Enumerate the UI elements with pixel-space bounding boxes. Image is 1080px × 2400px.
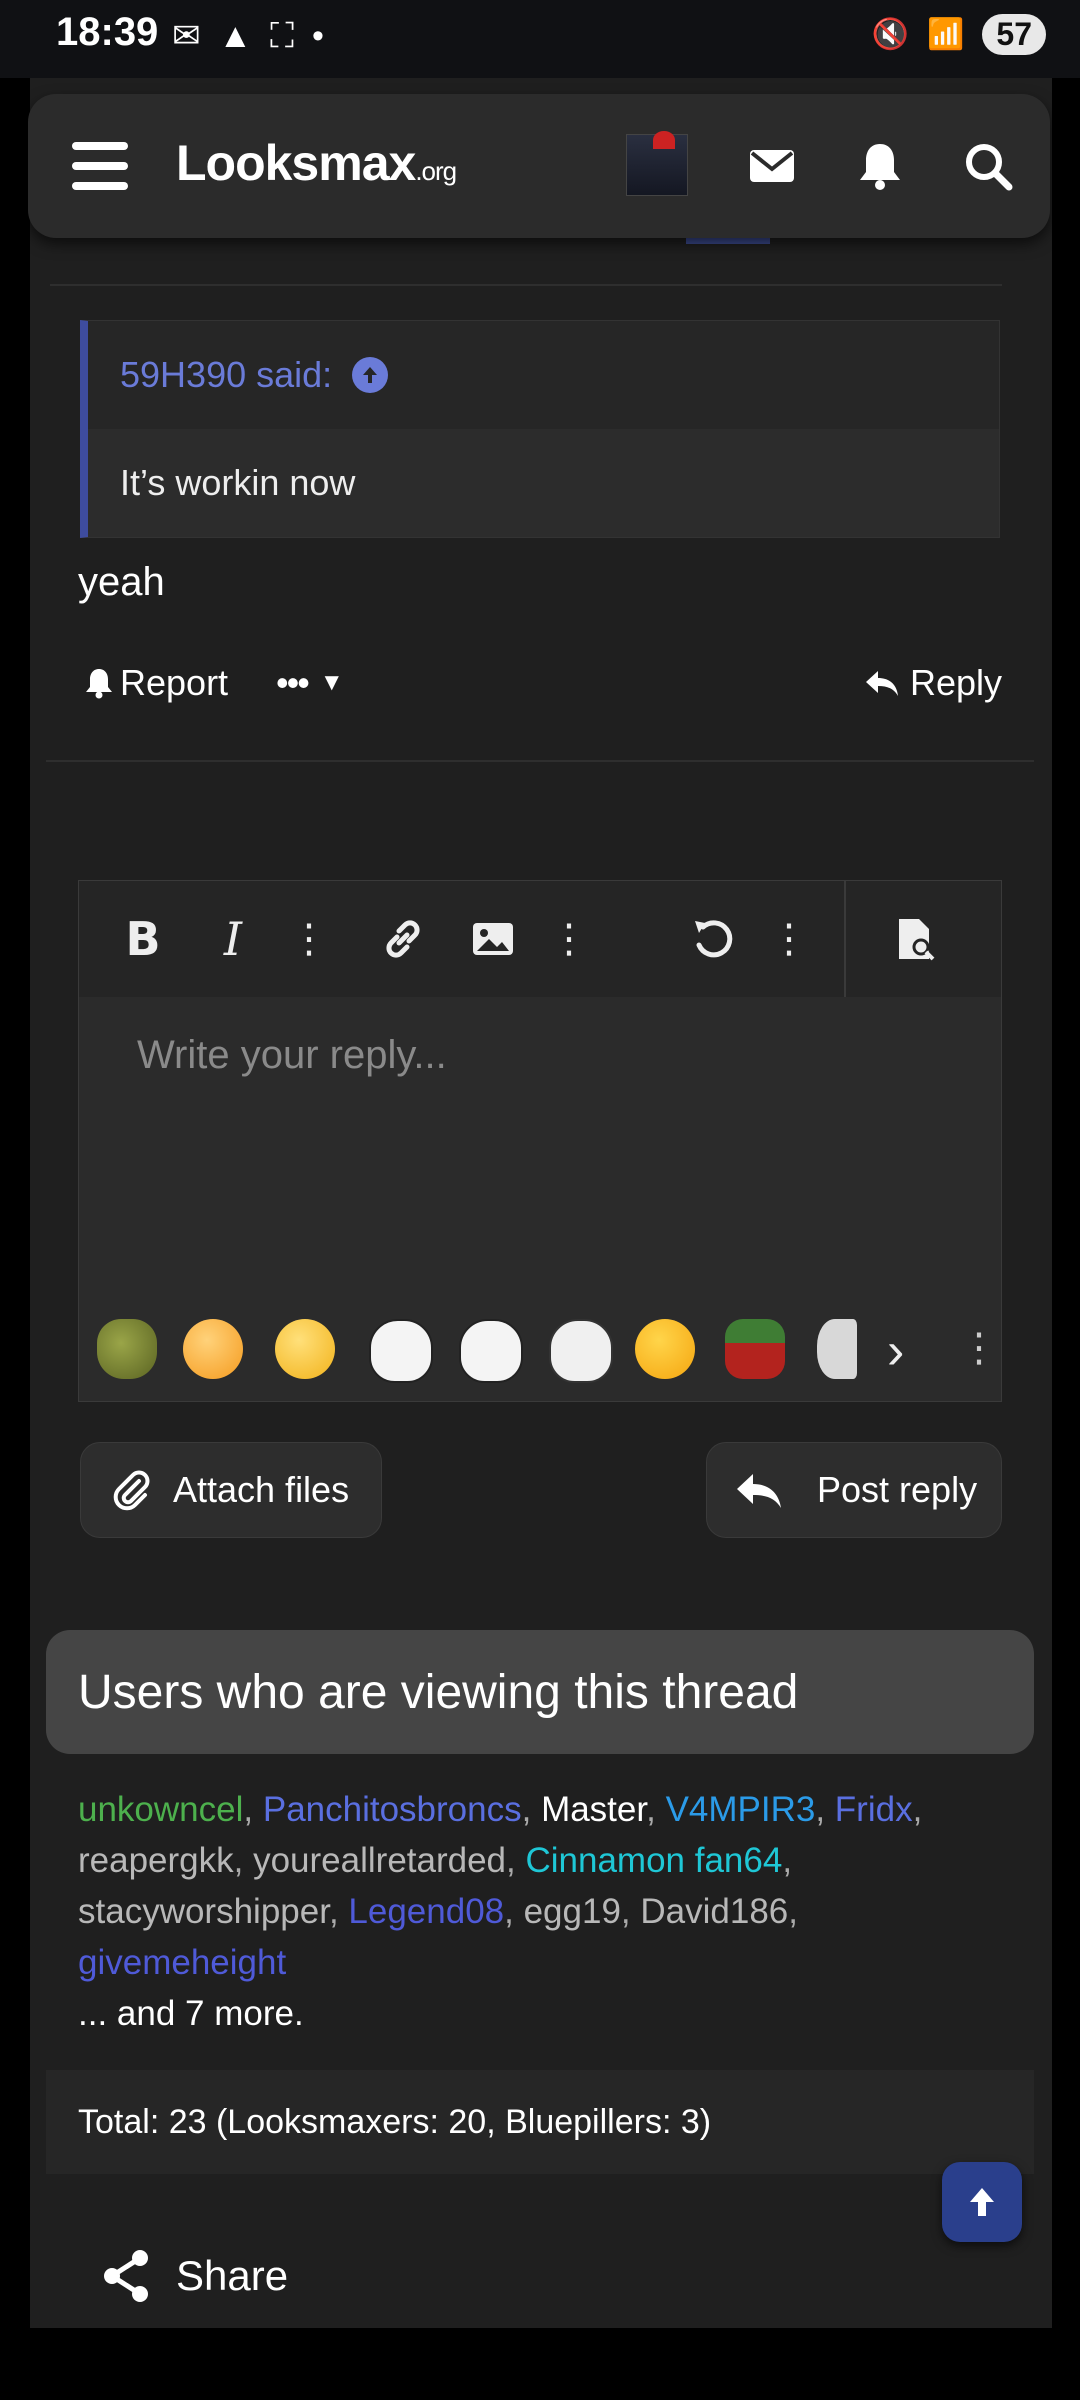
wojak-grey-emoji[interactable] [817,1319,857,1379]
more-viewers-text: ... and 7 more. [78,1994,304,2033]
more-text-options-icon[interactable]: ⋮ [285,915,333,963]
user-link[interactable]: Panchitosbroncs [263,1790,522,1829]
paperclip-icon [113,1470,150,1511]
undo-icon[interactable] [689,915,737,963]
wojak-point-emoji[interactable] [549,1319,613,1383]
wifi-icon: 📶 [927,18,965,51]
viewers-list: unkowncel, Panchitosbroncs, Master, V4MP… [78,1790,923,2033]
user-link[interactable]: reapergkk [78,1841,234,1880]
screenshot-icon: ⛶ [270,16,294,55]
user-link[interactable]: Cinnamon fan64 [525,1841,782,1880]
emoji-bar: › ⋮ [79,1297,1001,1401]
editor-toolbar: B I ⋮ ⋮ ⋮ [79,881,1001,997]
warning-icon: ▲ [218,16,253,55]
link-icon[interactable] [379,915,427,963]
more-options-button[interactable]: ••• ▼ [276,662,344,704]
user-avatar[interactable] [626,131,688,196]
user-link[interactable]: David186 [640,1892,788,1931]
reply-editor: B I ⋮ ⋮ ⋮ Write your reply... › ⋮ [78,880,1002,1402]
share-label: Share [176,2252,289,2299]
report-label: Report [120,662,229,703]
gmail-icon: ✉ [172,17,201,55]
system-nav-bar [0,2328,1080,2400]
user-link[interactable]: youreallretarded [253,1841,506,1880]
battery-indicator: 57 [982,14,1046,55]
quote-text: It’s workin now [88,429,999,537]
site-logo[interactable]: Looksmax.org [176,134,457,192]
wojak-glasses-emoji[interactable] [459,1319,523,1383]
reply-button[interactable]: Reply [864,662,1002,704]
arrow-up-icon [970,2188,994,2216]
wojak-cry-emoji[interactable] [369,1319,433,1383]
user-link[interactable]: unkowncel [78,1790,243,1829]
preview-icon[interactable] [891,915,939,963]
image-icon[interactable] [469,915,517,963]
bold-icon[interactable]: B [119,912,167,966]
more-actions-icon[interactable]: ⋮ [765,915,813,963]
post-reply-label: Post reply [817,1469,978,1510]
reply-placeholder: Write your reply... [137,1033,447,1077]
user-link[interactable]: Master [541,1790,646,1829]
chevron-right-icon[interactable]: › [887,1321,904,1381]
attach-files-label: Attach files [173,1469,350,1510]
bell-icon[interactable] [852,138,908,194]
share-icon [104,2250,148,2302]
dot-icon: • [311,16,324,55]
user-link[interactable]: V4MPIR3 [666,1790,816,1829]
site-navbar: Looksmax.org [28,94,1050,238]
reply-textarea[interactable]: Write your reply... [79,997,1001,1297]
share-button[interactable]: Share [100,2248,288,2304]
divider [46,760,1034,762]
mail-icon[interactable] [744,138,800,194]
status-time: 18:39 [56,10,159,54]
menu-icon[interactable] [72,142,128,190]
search-icon[interactable] [960,138,1016,194]
status-bar: 18:39 ✉ ▲ ⛶ • 🔇 📶 57 [0,0,1080,78]
ellipsis-icon: ••• [276,662,310,703]
more-insert-options-icon[interactable]: ⋮ [545,915,593,963]
caret-down-icon: ▼ [319,669,344,696]
user-link[interactable]: Fridx [835,1790,913,1829]
bell-icon [86,669,112,699]
user-link[interactable]: egg19 [524,1892,621,1931]
report-button[interactable]: Report [84,662,228,704]
mute-icon: 🔇 [871,18,910,51]
reply-icon [737,1474,781,1508]
post-text: yeah [78,560,165,604]
jump-to-quote-icon[interactable] [352,357,389,393]
pepe-emoji[interactable] [725,1319,785,1379]
quote-author[interactable]: 59H390 said: [120,354,332,396]
reply-label: Reply [909,662,1002,703]
emoji-menu-icon[interactable]: ⋮ [959,1325,999,1371]
viewers-heading: Users who are viewing this thread [46,1630,1034,1754]
user-link[interactable]: givemeheight [78,1943,286,1982]
post-reply-button[interactable]: Post reply [706,1442,1002,1538]
unamused-emoji[interactable] [635,1319,695,1379]
reply-icon [865,671,898,696]
viewers-total: Total: 23 (Looksmaxers: 20, Bluepillers:… [46,2070,1034,2174]
user-link[interactable]: Legend08 [348,1892,504,1931]
post-actions: Report ••• ▼ Reply [78,662,1002,718]
shrek-emoji[interactable] [97,1319,157,1379]
italic-icon[interactable]: I [209,912,257,966]
quote-block: 59H390 said: It’s workin now [80,320,1000,538]
scroll-to-top-button[interactable] [942,2162,1022,2242]
user-link[interactable]: stacyworshipper [78,1892,329,1931]
attach-files-button[interactable]: Attach files [80,1442,382,1538]
flushed-emoji[interactable] [183,1319,243,1379]
divider [50,284,1002,286]
crying-laughing-emoji[interactable] [275,1319,335,1379]
